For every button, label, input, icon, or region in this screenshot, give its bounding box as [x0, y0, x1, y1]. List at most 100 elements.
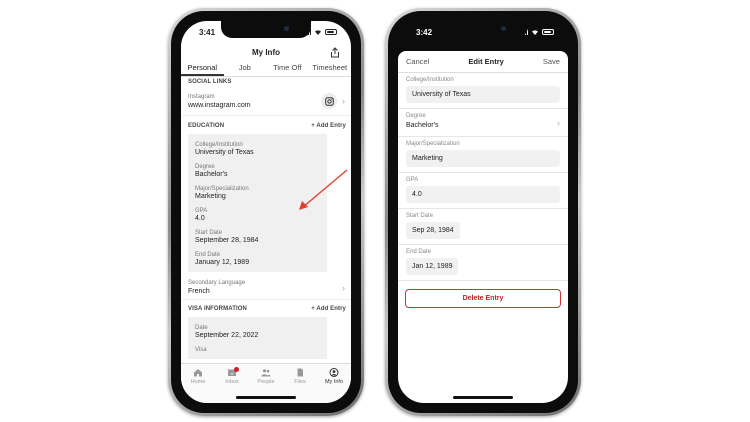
instagram-button[interactable]	[321, 93, 337, 109]
page-title: My Info	[252, 47, 280, 57]
education-add-entry-button[interactable]: + Add Entry	[311, 123, 346, 129]
secondary-language-value: French	[188, 288, 210, 295]
major-field: Major/Specialization Marketing	[398, 137, 568, 173]
home-indicator	[453, 396, 513, 399]
education-field-start-date: Start Date September 28, 1984	[195, 230, 320, 244]
field-value: September 22, 2022	[195, 332, 259, 339]
right-phone-frame: 3:42 Cancel Edit Entry Save College/Inst…	[385, 8, 581, 416]
left-phone-screen: 3:41 My Info Personal Job Time Off Times…	[181, 21, 351, 403]
gpa-field: GPA 4.0	[398, 173, 568, 209]
people-icon	[261, 369, 271, 377]
social-links-header: SOCIAL LINKS	[181, 77, 351, 87]
wifi-icon	[532, 30, 538, 35]
wifi-icon	[315, 30, 321, 35]
degree-field[interactable]: Degree Bachelor's ›	[398, 109, 568, 137]
sheet-nav-bar: Cancel Edit Entry Save	[398, 51, 568, 73]
tab-job[interactable]: Job	[224, 61, 267, 76]
education-title: EDUCATION	[188, 122, 225, 129]
inbox-badge	[234, 367, 239, 372]
institution-field: College/Institution University of Texas	[398, 73, 568, 109]
user-icon	[329, 368, 339, 377]
visa-field-visa: Visa	[195, 347, 320, 353]
left-phone-notch	[221, 21, 311, 38]
instagram-icon	[324, 96, 334, 106]
edit-entry-sheet: Cancel Edit Entry Save College/Instituti…	[398, 51, 568, 403]
left-phone-body: 3:41 My Info Personal Job Time Off Times…	[171, 11, 361, 413]
profile-scroll[interactable]: SOCIAL LINKS Instagram www.instagram.com…	[181, 77, 351, 363]
field-label: Date	[195, 325, 208, 331]
home-indicator	[236, 396, 296, 399]
status-time: 3:42	[416, 27, 433, 37]
tabbar-label: Home	[190, 379, 206, 385]
tab-personal[interactable]: Personal	[181, 61, 224, 76]
major-input[interactable]: Marketing	[406, 150, 560, 167]
gpa-input[interactable]: 4.0	[406, 186, 560, 203]
share-icon	[331, 46, 339, 57]
field-label: Major/Specialization	[406, 141, 460, 147]
cancel-button[interactable]: Cancel	[406, 57, 429, 66]
field-value: University of Texas	[195, 149, 254, 156]
secondary-language-row[interactable]: Secondary Language French ›	[181, 276, 351, 300]
files-icon	[297, 368, 303, 377]
field-label: GPA	[406, 177, 419, 183]
field-label: College/Institution	[406, 77, 454, 83]
social-links-title: SOCIAL LINKS	[188, 79, 232, 85]
tabbar-label: Files	[294, 379, 306, 385]
education-header: EDUCATION + Add Entry	[181, 119, 351, 132]
tabbar-my-info[interactable]: My Info	[317, 368, 351, 403]
field-value: January 12, 1989	[195, 259, 250, 266]
tabbar-label: People	[257, 379, 275, 385]
tab-timesheet[interactable]: Timesheet	[309, 61, 352, 76]
education-field-degree: Degree Bachelor's	[195, 164, 320, 178]
right-phone-body: 3:42 Cancel Edit Entry Save College/Inst…	[388, 11, 578, 413]
tabbar-label: My Info	[324, 379, 344, 385]
field-label: End Date	[195, 252, 221, 258]
field-value: Marketing	[195, 193, 226, 200]
education-field-end-date: End Date January 12, 1989	[195, 252, 320, 266]
field-label: Start Date	[406, 213, 434, 219]
visa-title: VISA INFORMATION	[188, 305, 247, 312]
sheet-title: Edit Entry	[468, 57, 504, 66]
status-time: 3:41	[199, 27, 216, 37]
field-label: Degree	[195, 164, 215, 170]
field-label: Major/Specialization	[195, 186, 249, 192]
nav-bar: My Info	[181, 43, 351, 61]
end-date-picker[interactable]: Jan 12, 1989	[406, 258, 459, 275]
field-label: Start Date	[195, 230, 223, 236]
chevron-right-icon: ›	[342, 96, 345, 106]
field-label: End Date	[406, 249, 432, 255]
education-entry[interactable]: College/Institution University of Texas …	[188, 134, 327, 272]
institution-input[interactable]: University of Texas	[406, 86, 560, 103]
profile-tabs: Personal Job Time Off Timesheet	[181, 61, 351, 77]
visa-add-entry-button[interactable]: + Add Entry	[311, 306, 346, 312]
camera-dot	[501, 26, 506, 31]
home-icon	[194, 369, 202, 377]
tab-time-off[interactable]: Time Off	[266, 61, 309, 76]
save-button[interactable]: Save	[543, 57, 560, 66]
education-field-institution: College/Institution University of Texas	[195, 142, 320, 156]
delete-entry-button[interactable]: Delete Entry	[405, 289, 561, 308]
field-label: College/Institution	[195, 142, 243, 148]
share-button[interactable]	[327, 44, 343, 60]
battery-icon	[542, 29, 554, 35]
field-value: September 28, 1984	[195, 237, 259, 244]
end-date-field: End Date Jan 12, 1989	[398, 245, 568, 281]
battery-icon	[325, 29, 337, 35]
field-label: GPA	[195, 208, 208, 214]
field-value: 4.0	[195, 215, 205, 222]
right-phone-notch	[438, 21, 528, 38]
start-date-field: Start Date Sep 28, 1984	[398, 209, 568, 245]
degree-select[interactable]: Bachelor's	[406, 122, 560, 129]
visa-entry[interactable]: Date September 22, 2022 Visa	[188, 317, 327, 359]
tabbar-home[interactable]: Home	[181, 368, 215, 403]
education-field-gpa: GPA 4.0	[195, 208, 320, 222]
field-label: Degree	[406, 113, 426, 119]
education-field-major: Major/Specialization Marketing	[195, 186, 320, 200]
visa-header: VISA INFORMATION + Add Entry	[181, 302, 351, 315]
instagram-row[interactable]: Instagram www.instagram.com ›	[181, 87, 351, 116]
field-value: Bachelor's	[195, 171, 228, 178]
chevron-right-icon: ›	[342, 282, 345, 293]
start-date-picker[interactable]: Sep 28, 1984	[406, 222, 460, 239]
chevron-right-icon: ›	[557, 117, 560, 128]
left-phone-frame: 3:41 My Info Personal Job Time Off Times…	[168, 8, 364, 416]
